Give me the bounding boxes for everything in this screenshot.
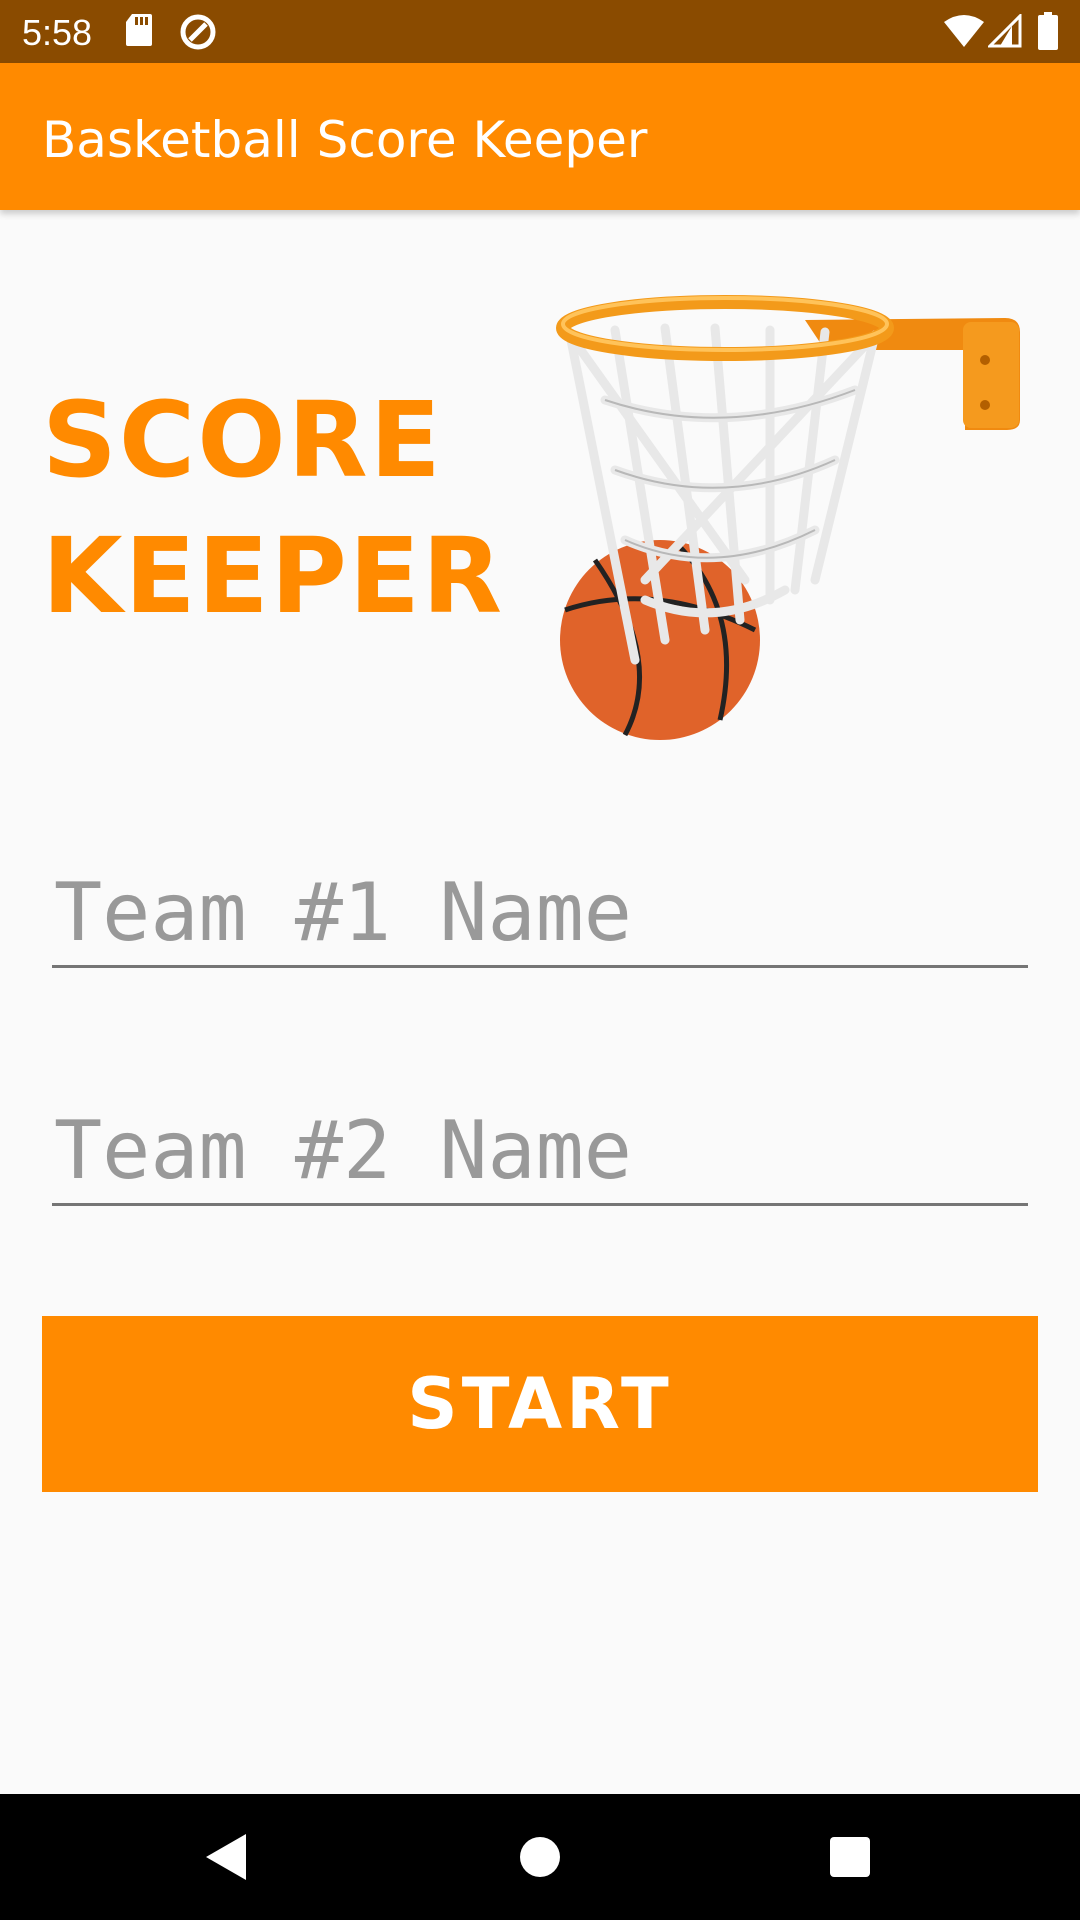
app-title: Basketball Score Keeper — [42, 111, 648, 169]
status-time: 5:58 — [22, 12, 93, 53]
start-button[interactable]: START — [42, 1316, 1038, 1492]
back-icon[interactable] — [190, 1824, 256, 1890]
navigation-bar — [0, 1794, 1080, 1920]
sd-card-icon — [124, 12, 154, 53]
cell-signal-icon — [986, 12, 1022, 53]
status-bar: 5:58 — [0, 0, 1080, 63]
basketball-hoop-image — [545, 280, 1035, 740]
battery-icon — [1038, 12, 1058, 55]
team1-name-input[interactable] — [52, 868, 1028, 968]
headline-score: SCORE — [42, 379, 443, 501]
app-bar: Basketball Score Keeper — [0, 63, 1080, 210]
headline-keeper: KEEPER — [42, 515, 505, 637]
data-saver-icon — [178, 12, 218, 57]
wifi-icon — [944, 14, 984, 53]
home-icon[interactable] — [507, 1824, 573, 1890]
team2-name-input[interactable] — [52, 1106, 1028, 1206]
recents-icon[interactable] — [817, 1824, 883, 1890]
